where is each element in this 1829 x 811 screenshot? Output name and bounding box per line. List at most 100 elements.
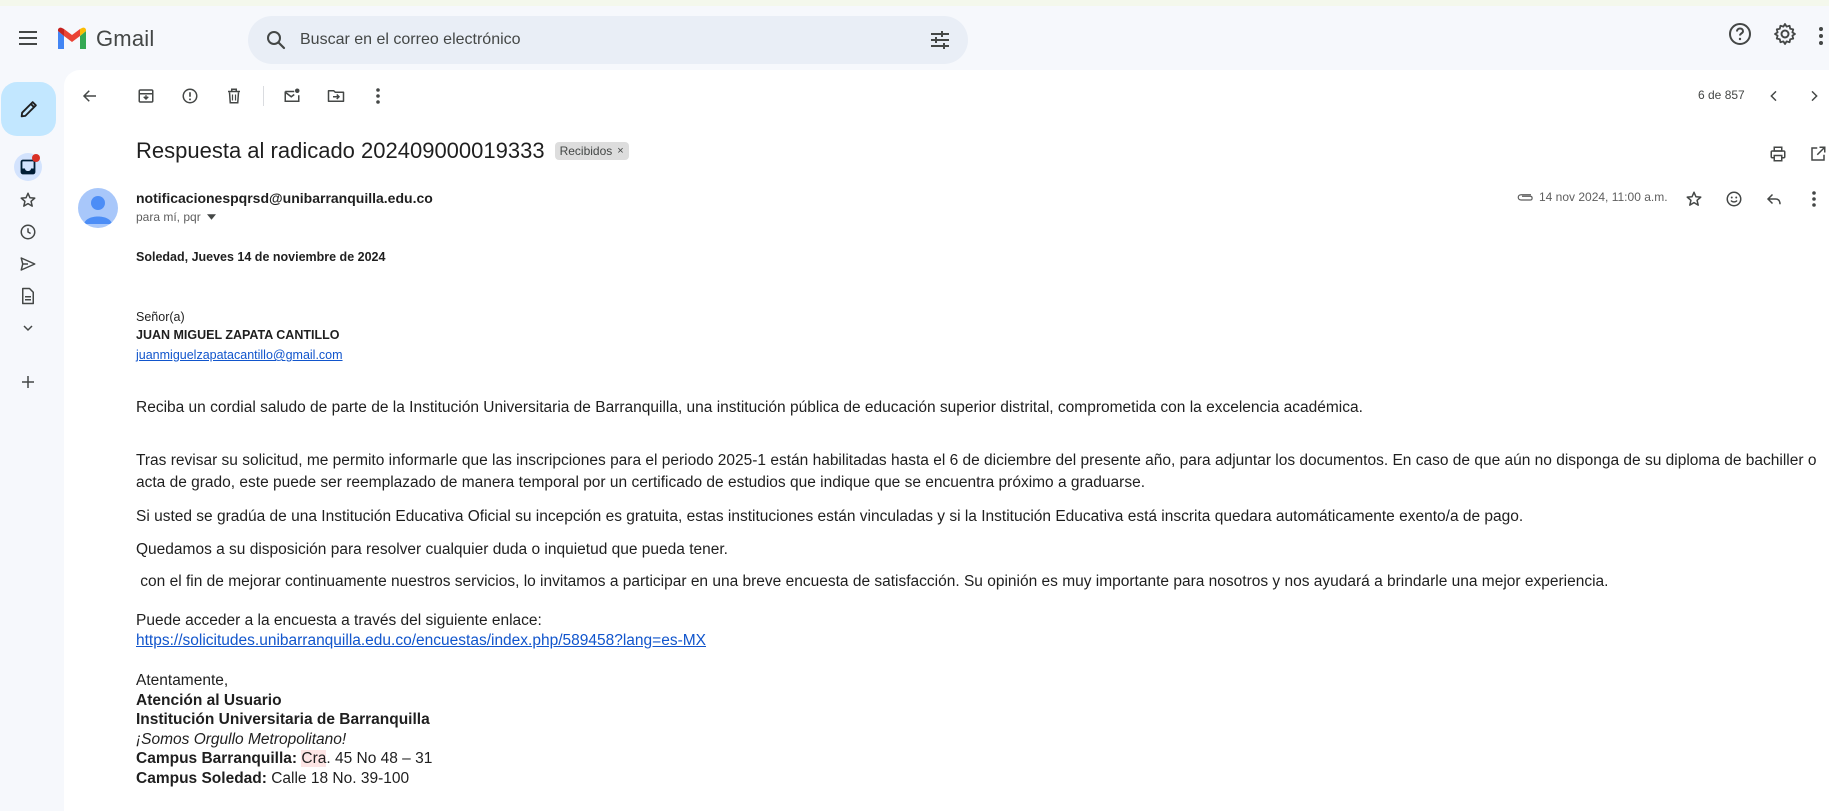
signature: Atentamente, Atención al Usuario Institu… xyxy=(136,671,432,789)
rail-more[interactable] xyxy=(14,314,42,342)
label-chip[interactable]: Recibidos × xyxy=(554,142,629,160)
mark-unread-button[interactable] xyxy=(280,84,304,108)
main-menu-button[interactable] xyxy=(12,22,44,54)
more-vert-icon xyxy=(1811,190,1817,208)
apps-icon[interactable] xyxy=(1817,26,1829,46)
rail-new-label[interactable] xyxy=(14,368,42,396)
add-reaction-button[interactable] xyxy=(1722,187,1746,211)
toolbar-divider xyxy=(263,86,264,106)
signature-motto: ¡Somos Orgullo Metropolitano! xyxy=(136,730,347,748)
search-input[interactable] xyxy=(290,16,880,64)
plus-icon xyxy=(19,373,37,391)
clock-icon xyxy=(19,223,37,241)
compose-button[interactable] xyxy=(1,82,56,136)
pagination-count: 6 de 857 xyxy=(1698,88,1745,102)
newer-button[interactable] xyxy=(1762,84,1786,108)
campus-soledad-label: Campus Soledad: xyxy=(136,769,267,787)
salutation: Señor(a) xyxy=(136,310,185,324)
open-new-window-icon xyxy=(1809,145,1827,163)
subject-text: Respuesta al radicado 202409000019333 xyxy=(136,138,545,163)
pencil-icon xyxy=(18,98,40,120)
older-button[interactable] xyxy=(1802,84,1826,108)
back-button[interactable] xyxy=(78,84,102,108)
campus-soledad: Campus Soledad: Calle 18 No. 39-100 xyxy=(136,769,432,789)
recipients-text: para mí, pqr xyxy=(136,210,201,224)
signature-organization: Institución Universitaria de Barranquill… xyxy=(136,711,430,729)
more-vert-icon xyxy=(375,87,381,105)
message-view: 6 de 857 Respuesta al radicado 202409000… xyxy=(64,70,1829,811)
message-date: 14 nov 2024, 11:00 a.m. xyxy=(1539,190,1668,204)
chevron-left-icon xyxy=(1766,88,1782,104)
tune-icon[interactable] xyxy=(928,28,952,52)
rail-snoozed[interactable] xyxy=(14,218,42,246)
paragraph-3: Si usted se gradúa de una Institución Ed… xyxy=(136,508,1524,525)
rail-sent[interactable] xyxy=(14,250,42,278)
recipient-name: JUAN MIGUEL ZAPATA CANTILLO xyxy=(136,328,340,342)
open-new-window-button[interactable] xyxy=(1806,142,1829,166)
mark-unread-icon xyxy=(283,87,301,105)
recipient-email-link[interactable]: juanmiguelzapatacantillo@gmail.com xyxy=(136,348,343,362)
campus-barranquilla-address: . 45 No 48 – 31 xyxy=(326,750,433,768)
paragraph-4: Quedamos a su disposición para resolver … xyxy=(136,541,728,558)
delete-button[interactable] xyxy=(222,84,246,108)
sender-avatar[interactable] xyxy=(78,188,118,228)
draft-icon xyxy=(19,287,37,305)
send-icon xyxy=(19,255,37,273)
rail-starred[interactable] xyxy=(14,186,42,214)
closing: Atentamente, xyxy=(136,672,229,689)
more-actions-button[interactable] xyxy=(366,84,390,108)
app-name: Gmail xyxy=(96,26,155,51)
report-spam-icon xyxy=(181,87,199,105)
search-bar[interactable] xyxy=(248,16,968,64)
message-meta: 14 nov 2024, 11:00 a.m. xyxy=(1516,190,1668,204)
print-button[interactable] xyxy=(1766,142,1790,166)
label-text: Recibidos xyxy=(559,144,613,158)
survey-link-row: https://solicitudes.unibarranquilla.edu.… xyxy=(136,631,706,651)
reply-icon xyxy=(1765,190,1783,208)
gmail-logo-icon xyxy=(56,27,88,51)
reply-button[interactable] xyxy=(1762,187,1786,211)
paragraph-1: Reciba un cordial saludo de parte de la … xyxy=(136,399,1363,416)
archive-icon xyxy=(137,87,155,105)
campus-barranquilla-label: Campus Barranquilla: xyxy=(136,750,298,768)
caret-down-icon[interactable] xyxy=(206,214,216,220)
rail-inbox[interactable] xyxy=(14,153,42,181)
recipients-row[interactable]: para mí, pqr xyxy=(136,210,216,224)
email-subject: Respuesta al radicado 202409000019333 Re… xyxy=(136,138,629,164)
survey-link[interactable]: https://solicitudes.unibarranquilla.edu.… xyxy=(136,632,706,649)
dateline: Soledad, Jueves 14 de noviembre de 2024 xyxy=(136,250,386,264)
campus-soledad-address: Calle 18 No. 39-100 xyxy=(266,769,410,787)
trash-icon xyxy=(225,87,243,105)
print-icon xyxy=(1769,145,1787,163)
move-to-icon xyxy=(327,87,345,105)
star-icon xyxy=(1685,190,1703,208)
signature-department: Atención al Usuario xyxy=(136,691,282,709)
remove-label-icon[interactable]: × xyxy=(617,145,623,157)
report-spam-button[interactable] xyxy=(178,84,202,108)
settings-icon[interactable] xyxy=(1773,22,1797,46)
emoji-icon xyxy=(1725,190,1743,208)
menu-icon xyxy=(18,30,38,46)
message-more-button[interactable] xyxy=(1802,187,1826,211)
archive-button[interactable] xyxy=(134,84,158,108)
chevron-down-icon xyxy=(20,320,36,336)
paperclip-icon xyxy=(1516,191,1534,203)
unread-dot xyxy=(32,154,40,162)
star-button[interactable] xyxy=(1682,187,1706,211)
campus-barranquilla-highlight: Cra xyxy=(301,750,327,768)
back-arrow-icon xyxy=(81,87,99,105)
help-icon[interactable] xyxy=(1728,22,1752,46)
move-to-button[interactable] xyxy=(324,84,348,108)
sender-email[interactable]: notificacionespqrsd@unibarranquilla.edu.… xyxy=(136,190,433,206)
rail-drafts[interactable] xyxy=(14,282,42,310)
avatar-icon xyxy=(78,188,118,228)
paragraph-5: con el fin de mejorar continuamente nues… xyxy=(136,573,1609,590)
campus-barranquilla: Campus Barranquilla: Cra. 45 No 48 – 31 xyxy=(136,749,432,769)
star-icon xyxy=(19,191,37,209)
search-icon[interactable] xyxy=(264,28,288,52)
survey-intro: Puede acceder a la encuesta a través del… xyxy=(136,612,542,629)
paragraph-2: Tras revisar su solicitud, me permito in… xyxy=(136,452,1817,491)
recipient-email: juanmiguelzapatacantillo@gmail.com xyxy=(136,348,343,362)
gmail-logo[interactable]: Gmail xyxy=(56,26,154,52)
chevron-right-icon xyxy=(1806,88,1822,104)
